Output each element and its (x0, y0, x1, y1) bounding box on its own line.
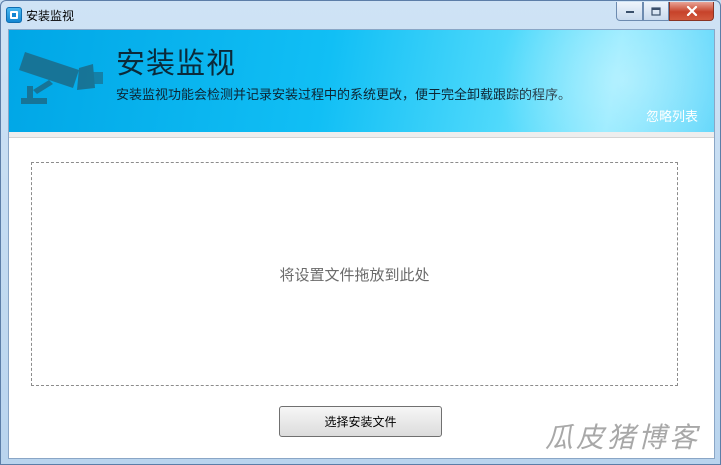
header-banner: 安装监视 安装监视功能会检测并记录安装过程中的系统更改，便于完全卸载跟踪的程序。… (9, 30, 714, 132)
watermark-text: 瓜皮猪博客 (544, 421, 700, 454)
file-drop-zone[interactable]: 将设置文件拖放到此处 (31, 162, 678, 386)
content-panel: 将设置文件拖放到此处 选择安装文件 瓜皮猪博客 (9, 137, 714, 458)
banner-title: 安装监视 (116, 46, 237, 80)
security-camera-icon (19, 52, 103, 104)
select-install-file-button[interactable]: 选择安装文件 (279, 406, 442, 437)
ignore-list-link[interactable]: 忽略列表 (646, 106, 698, 125)
close-button[interactable] (669, 2, 714, 21)
main-window: 安装监视 安装监视 安装监视功能会检测并记录安装过程中的系统更改，便于完全卸载跟… (0, 0, 721, 465)
app-icon[interactable] (6, 7, 22, 23)
client-area: 安装监视 安装监视功能会检测并记录安装过程中的系统更改，便于完全卸载跟踪的程序。… (8, 29, 715, 459)
close-icon (686, 6, 697, 16)
maximize-icon (651, 6, 661, 16)
banner-description: 安装监视功能会检测并记录安装过程中的系统更改，便于完全卸载跟踪的程序。 (116, 88, 572, 103)
maximize-button[interactable] (643, 2, 669, 21)
minimize-icon (625, 11, 634, 13)
window-title: 安装监视 (26, 9, 75, 23)
title-bar[interactable]: 安装监视 (1, 1, 720, 29)
minimize-button[interactable] (616, 2, 643, 21)
drop-zone-hint: 将设置文件拖放到此处 (279, 265, 430, 284)
